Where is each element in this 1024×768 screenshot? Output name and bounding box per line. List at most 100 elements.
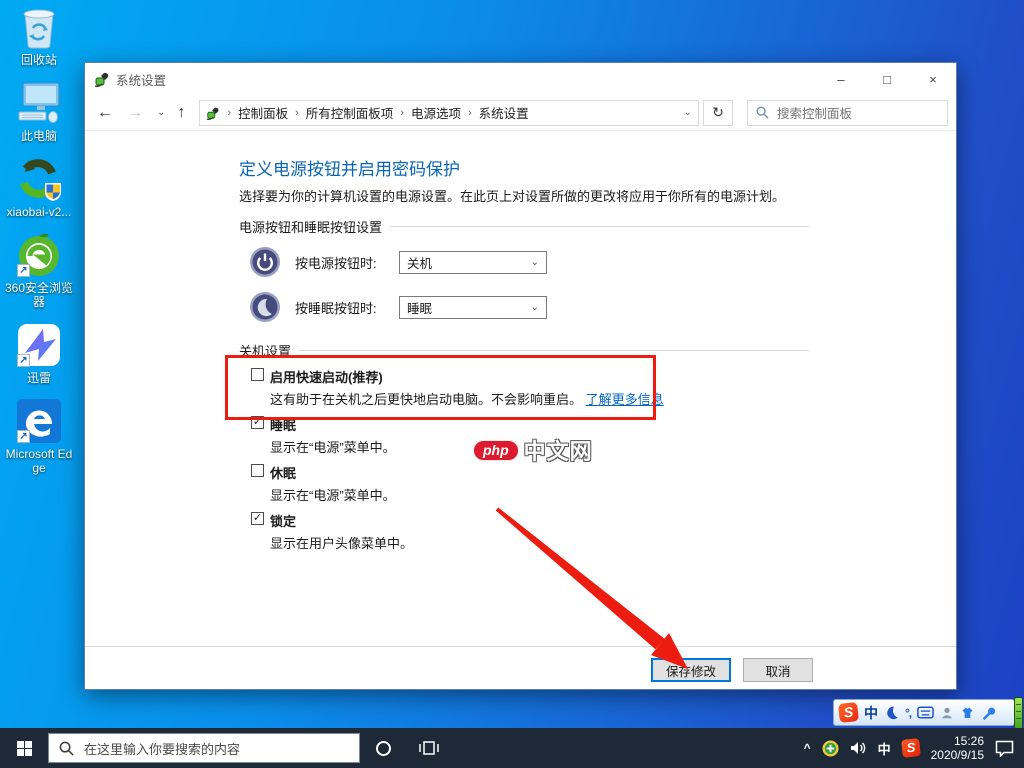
window-title: 系统设置 [116,70,166,89]
start-button[interactable] [0,728,48,768]
sleep-button-row: 按睡眠按钮时: 睡眠 ⌄ [249,290,547,324]
option-label[interactable]: 锁定 [270,511,296,530]
desktop-icon-xiaobai[interactable]: xiaobai-v2... [0,156,78,219]
system-tray: ^ 中 S 15:26 2020/9/15 [804,734,1024,762]
this-pc-icon [16,80,62,126]
tools-wrench-icon[interactable] [981,706,995,720]
title-bar[interactable]: 系统设置 – □ × [85,63,956,95]
sleep-button-label: 按睡眠按钮时: [295,298,387,317]
fullwidth-moon-icon[interactable] [884,705,899,720]
breadcrumb-control-panel[interactable]: 控制面板 [238,103,288,122]
chevron-separator-icon: › [227,107,231,119]
option-label[interactable]: 启用快速启动(推荐) [270,367,383,386]
shortcut-arrow-icon: ↗ [17,264,30,277]
breadcrumb-system-settings[interactable]: 系统设置 [479,103,529,122]
sleep-button-icon [249,291,281,323]
sleep-action-value: 睡眠 [407,298,432,317]
sogou-tray-icon[interactable]: S [901,738,921,758]
sleep-action-select[interactable]: 睡眠 ⌄ [399,296,547,319]
task-view-button[interactable] [406,728,452,768]
section-shutdown-settings: 关机设置 [239,341,809,360]
skin-shirt-icon[interactable] [960,706,975,720]
power-action-value: 关机 [407,253,432,272]
system-settings-window: 系统设置 – □ × ← → ⌄ ↑ › 控制面板 › 所有控制面板项 [84,62,957,690]
option-hibernate: 休眠 显示在“电源”菜单中。 [251,463,721,504]
desktop-icon-label: 回收站 [21,53,57,67]
search-icon [59,741,74,756]
taskbar-clock[interactable]: 15:26 2020/9/15 [931,734,984,762]
option-lock: ✓ 锁定 显示在用户头像菜单中。 [251,511,721,552]
desktop-icon-edge[interactable]: ↗ Microsoft Edge [0,398,78,475]
recycle-bin-icon [16,4,62,50]
option-label[interactable]: 睡眠 [270,415,296,434]
up-button[interactable]: ↑ [177,104,185,122]
desktop-icon-label: 迅雷 [27,371,51,385]
sogou-ime-bar[interactable]: S 中 °, [833,699,1015,726]
volume-icon[interactable] [850,741,867,755]
history-dropdown-icon[interactable]: ⌄ [157,107,165,118]
punctuation-mode-icon[interactable]: °, [905,706,911,720]
desktop-icon-recycle-bin[interactable]: 回收站 [0,4,78,67]
desktop-icon-thunder[interactable]: ↗ 迅雷 [0,322,78,385]
back-button[interactable]: ← [97,104,113,122]
search-placeholder: 搜索控制面板 [777,103,852,122]
maximize-button[interactable]: □ [864,63,910,95]
360-tray-icon[interactable] [822,740,839,757]
option-desc-text: 这有助于在关机之后更快地启动电脑。不会影响重启。 [270,392,582,407]
minimize-button[interactable]: – [818,63,864,95]
desktop-background: 回收站 此电脑 [0,0,1024,768]
chevron-down-icon: ⌄ [531,302,539,313]
shutdown-options: 启用快速启动(推荐) 这有助于在关机之后更快地启动电脑。不会影响重启。 了解更多… [251,367,721,559]
close-button[interactable]: × [910,63,956,95]
action-center-icon[interactable] [995,740,1014,757]
lock-checkbox[interactable]: ✓ [251,512,264,525]
address-bar[interactable]: › 控制面板 › 所有控制面板项 › 电源选项 › 系统设置 ⌄ [199,100,699,126]
xiaobai-icon [16,156,62,202]
cancel-button[interactable]: 取消 [743,658,813,682]
refresh-button[interactable]: ↻ [703,100,733,126]
taskbar-search-box[interactable]: 在这里输入你要搜索的内容 [48,733,360,763]
chevron-down-icon: ⌄ [531,257,539,268]
tray-expand-icon[interactable]: ^ [804,741,811,755]
desktop-icon-label: 此电脑 [21,129,57,143]
desktop-icon-this-pc[interactable]: 此电脑 [0,80,78,143]
desktop-icon-360-browser[interactable]: ↗ 360安全浏览器 [0,232,78,309]
footer-buttons: 保存修改 取消 [651,658,813,682]
breadcrumb-all-items[interactable]: 所有控制面板项 [306,103,394,122]
option-sleep: ✓ 睡眠 显示在“电源”菜单中。 [251,415,721,456]
taskbar-search-placeholder: 在这里输入你要搜索的内容 [84,739,240,758]
breadcrumb-power-options[interactable]: 电源选项 [411,103,461,122]
hibernate-checkbox[interactable] [251,464,264,477]
chevron-separator-icon: › [468,107,472,119]
thunder-icon: ↗ [16,322,62,368]
account-icon[interactable] [940,706,954,720]
section-label: 关机设置 [239,341,291,360]
control-panel-search-box[interactable]: 搜索控制面板 [747,100,948,126]
ime-indicator[interactable]: 中 [878,739,891,758]
option-fast-startup: 启用快速启动(推荐) 这有助于在关机之后更快地启动电脑。不会影响重启。 了解更多… [251,367,721,408]
save-changes-button[interactable]: 保存修改 [651,658,731,682]
address-dropdown-icon[interactable]: ⌄ [684,107,692,118]
forward-button[interactable]: → [127,104,143,122]
shortcut-arrow-icon: ↗ [17,430,30,443]
cortana-icon [376,741,391,756]
power-action-select[interactable]: 关机 ⌄ [399,251,547,274]
shortcut-arrow-icon: ↗ [17,354,30,367]
soft-keyboard-icon[interactable] [917,706,934,719]
power-button-icon [249,246,281,278]
fast-startup-checkbox[interactable] [251,368,264,381]
ime-mode-chinese[interactable]: 中 [864,703,878,723]
navigation-bar: ← → ⌄ ↑ › 控制面板 › 所有控制面板项 › 电源选项 › 系统设置 ⌄ [85,95,956,131]
cortana-button[interactable] [360,728,406,768]
section-divider [299,350,809,351]
power-button-label: 按电源按钮时: [295,253,387,272]
taskbar: 在这里输入你要搜索的内容 ^ 中 S [0,728,1024,768]
option-description: 显示在“电源”菜单中。 [270,437,721,456]
option-label[interactable]: 休眠 [270,463,296,482]
section-power-buttons: 电源按钮和睡眠按钮设置 [239,217,809,236]
sogou-logo-icon[interactable]: S [838,702,859,723]
section-label: 电源按钮和睡眠按钮设置 [239,217,382,236]
chevron-separator-icon: › [400,107,404,119]
sleep-checkbox[interactable]: ✓ [251,416,264,429]
learn-more-link[interactable]: 了解更多信息 [586,392,664,407]
